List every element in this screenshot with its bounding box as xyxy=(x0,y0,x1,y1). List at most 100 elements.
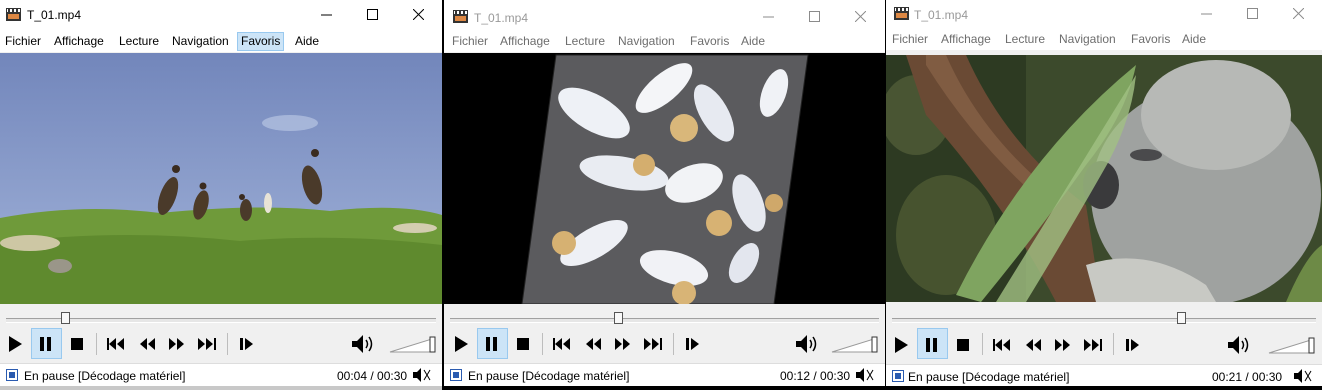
title-bar[interactable]: T_01.mp4 xyxy=(0,0,442,30)
menu-navigation[interactable]: Navigation xyxy=(169,33,232,50)
rewind-button[interactable] xyxy=(133,328,161,359)
skip-forward-button[interactable] xyxy=(639,328,667,359)
pause-button[interactable] xyxy=(477,328,508,359)
seek-track[interactable] xyxy=(450,318,879,323)
app-icon xyxy=(453,10,468,23)
separator xyxy=(96,333,97,355)
menu-bar: Fichier Affichage Lecture Navigation Fav… xyxy=(0,30,442,52)
menu-favoris[interactable]: Favoris xyxy=(687,33,732,50)
player-window-2: T_01.mp4 Fichier Affichage Lecture Navig… xyxy=(444,0,885,390)
seek-bar[interactable] xyxy=(0,304,442,328)
seek-track[interactable] xyxy=(892,318,1316,323)
menu-favoris[interactable]: Favoris xyxy=(1128,31,1173,48)
audio-mode-icon[interactable] xyxy=(413,368,431,385)
menu-fichier[interactable]: Fichier xyxy=(449,33,491,50)
fast-forward-icon xyxy=(615,338,630,350)
stop-button[interactable] xyxy=(509,328,537,359)
seek-thumb[interactable] xyxy=(1177,312,1186,324)
volume-slider[interactable] xyxy=(388,332,436,354)
fast-forward-button[interactable] xyxy=(1049,328,1077,359)
stop-button[interactable] xyxy=(949,328,977,359)
maximize-button[interactable] xyxy=(792,2,838,32)
frame-step-button[interactable] xyxy=(679,328,707,359)
player-window-3: T_01.mp4 Fichier Affichage Lecture Navig… xyxy=(886,0,1322,390)
volume-button[interactable] xyxy=(794,328,822,359)
menu-navigation[interactable]: Navigation xyxy=(615,33,678,50)
menu-affichage[interactable]: Affichage xyxy=(497,33,553,50)
rewind-icon xyxy=(1026,339,1041,351)
minimize-icon xyxy=(321,14,332,16)
title-bar[interactable]: T_01.mp4 xyxy=(444,0,885,30)
skip-back-button[interactable] xyxy=(988,328,1016,359)
pause-icon xyxy=(486,337,497,351)
video-frame[interactable] xyxy=(0,53,442,304)
close-button[interactable] xyxy=(396,0,442,30)
frame-step-button[interactable] xyxy=(233,328,261,359)
skip-back-button[interactable] xyxy=(548,328,576,359)
fast-forward-button[interactable] xyxy=(163,328,191,359)
play-button[interactable] xyxy=(2,328,30,359)
frame-step-icon xyxy=(686,338,699,350)
seek-bar[interactable] xyxy=(886,302,1322,328)
status-bar: En pause [Décodage matériel] 00:12 / 00:… xyxy=(444,363,885,387)
minimize-button[interactable] xyxy=(746,2,792,32)
rewind-button[interactable] xyxy=(579,328,607,359)
audio-mode-icon[interactable] xyxy=(1294,369,1312,386)
separator xyxy=(1113,333,1114,355)
seek-track[interactable] xyxy=(6,318,436,323)
fast-forward-button[interactable] xyxy=(609,328,637,359)
minimize-button[interactable] xyxy=(1184,0,1230,29)
stop-button[interactable] xyxy=(63,328,91,359)
volume-button[interactable] xyxy=(1226,328,1254,359)
rewind-icon xyxy=(140,338,155,350)
volume-button[interactable] xyxy=(350,328,378,359)
close-button[interactable] xyxy=(838,2,884,32)
close-button[interactable] xyxy=(1276,0,1322,29)
maximize-button[interactable] xyxy=(1230,0,1276,29)
frame-step-icon xyxy=(1126,339,1139,351)
menu-bar: Fichier Affichage Lecture Navigation Fav… xyxy=(886,28,1322,50)
menu-fichier[interactable]: Fichier xyxy=(889,31,931,48)
menu-lecture[interactable]: Lecture xyxy=(116,33,162,50)
menu-favoris[interactable]: Favoris xyxy=(237,32,285,51)
menu-aide[interactable]: Aide xyxy=(738,33,768,50)
menu-navigation[interactable]: Navigation xyxy=(1056,31,1119,48)
menu-lecture[interactable]: Lecture xyxy=(562,33,608,50)
pause-button[interactable] xyxy=(31,328,62,359)
seek-thumb[interactable] xyxy=(614,312,623,324)
desktop-behind xyxy=(0,386,442,390)
seek-thumb[interactable] xyxy=(61,312,70,324)
menu-fichier[interactable]: Fichier xyxy=(2,33,44,50)
menu-affichage[interactable]: Affichage xyxy=(51,33,107,50)
maximize-button[interactable] xyxy=(350,0,396,30)
video-frame[interactable] xyxy=(444,53,885,304)
volume-icon xyxy=(1228,336,1249,354)
rewind-button[interactable] xyxy=(1019,328,1047,359)
menu-lecture[interactable]: Lecture xyxy=(1002,31,1048,48)
volume-slider[interactable] xyxy=(830,332,878,354)
seek-bar[interactable] xyxy=(444,304,885,328)
skip-forward-button[interactable] xyxy=(193,328,221,359)
volume-slider[interactable] xyxy=(1267,333,1315,355)
stop-icon xyxy=(517,338,529,350)
status-text: En pause [Décodage matériel] xyxy=(24,369,186,383)
frame-step-icon xyxy=(240,338,253,350)
audio-mode-icon[interactable] xyxy=(856,368,874,385)
pause-button[interactable] xyxy=(917,328,948,359)
separator xyxy=(673,333,674,355)
title-bar[interactable]: T_01.mp4 xyxy=(886,0,1322,30)
skip-back-button[interactable] xyxy=(102,328,130,359)
play-icon xyxy=(9,336,22,352)
menu-aide[interactable]: Aide xyxy=(1179,31,1209,48)
video-frame[interactable] xyxy=(886,55,1322,302)
play-button[interactable] xyxy=(888,328,916,359)
skip-forward-button[interactable] xyxy=(1079,328,1107,359)
player-window-1: T_01.mp4 Fichier Affichage Lecture Navig… xyxy=(0,0,442,390)
menu-aide[interactable]: Aide xyxy=(292,33,322,50)
app-icon xyxy=(6,8,21,21)
frame-step-button[interactable] xyxy=(1119,328,1147,359)
minimize-button[interactable] xyxy=(304,0,350,30)
play-button[interactable] xyxy=(448,328,476,359)
skip-back-icon xyxy=(553,338,570,350)
menu-affichage[interactable]: Affichage xyxy=(938,31,994,48)
